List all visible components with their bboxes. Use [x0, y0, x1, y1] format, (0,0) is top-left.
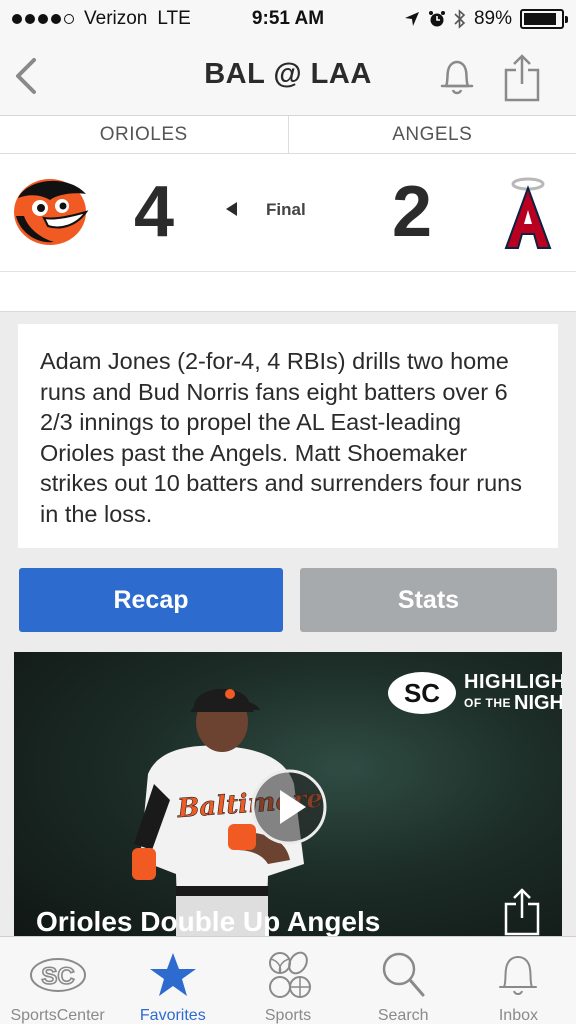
alarm-clock-icon	[428, 11, 445, 27]
location-arrow-icon	[404, 12, 419, 26]
status-right: 89%	[404, 8, 568, 30]
game-summary: Adam Jones (2-for-4, 4 RBIs) drills two …	[18, 324, 558, 548]
night-label: NIGHT	[514, 691, 562, 714]
bell-icon[interactable]	[438, 56, 476, 98]
signal-strength-icon	[12, 14, 74, 24]
sports-balls-icon	[269, 951, 311, 998]
battery-icon	[520, 9, 568, 29]
orioles-logo-icon[interactable]	[10, 172, 90, 248]
tab-label-sportscenter: SportsCenter	[10, 1007, 105, 1024]
home-team-name[interactable]: ANGELS	[287, 116, 576, 153]
highlight-video[interactable]: Baltimore SC HIGHLIGHT OF THENIGHT Oriol…	[14, 652, 562, 942]
tab-label-favorites: Favorites	[139, 1007, 206, 1024]
game-status: Final	[266, 200, 306, 219]
network-label: LTE	[157, 8, 191, 29]
tab-favorites[interactable]: Favorites	[115, 937, 230, 1024]
tab-inbox[interactable]: Inbox	[461, 937, 576, 1024]
score-row: 4 Final 2	[0, 154, 576, 272]
of-the-label: OF THE	[464, 696, 511, 711]
score-details-row	[0, 272, 576, 312]
tab-search[interactable]: Search	[346, 937, 461, 1024]
sportscenter-icon: SC	[29, 958, 86, 992]
winner-arrow-icon	[226, 202, 237, 216]
away-team-name[interactable]: ORIOLES	[0, 116, 288, 153]
tab-stats[interactable]: Stats	[300, 568, 557, 632]
away-score: 4	[134, 172, 175, 252]
share-icon[interactable]	[502, 54, 542, 102]
tab-bar: SC SportsCenter Favorites Sports Search	[0, 936, 576, 1024]
status-left: Verizon LTE	[12, 8, 191, 30]
bluetooth-icon	[454, 9, 466, 29]
nav-bar: BAL @ LAA	[0, 38, 576, 116]
battery-percent: 89%	[473, 8, 512, 29]
tab-label-sports: Sports	[264, 1007, 312, 1024]
carrier-label: Verizon	[84, 8, 148, 29]
tab-sports[interactable]: Sports	[230, 937, 345, 1024]
tab-recap[interactable]: Recap	[19, 568, 283, 632]
search-icon	[382, 952, 425, 997]
team-header: ORIOLES ANGELS	[0, 116, 576, 154]
angels-logo-icon[interactable]	[500, 172, 556, 252]
highlight-label: HIGHLIGHT	[464, 670, 562, 693]
home-score: 2	[392, 172, 433, 252]
tab-sportscenter[interactable]: SC SportsCenter	[0, 937, 115, 1024]
bell-icon	[499, 956, 538, 995]
tab-label-inbox: Inbox	[498, 1007, 538, 1024]
svg-text:SC: SC	[404, 678, 440, 708]
highlight-badge: SC HIGHLIGHT OF THENIGHT	[386, 670, 562, 716]
star-icon	[149, 953, 196, 996]
svg-text:SC: SC	[41, 963, 74, 990]
status-bar: Verizon LTE 9:51 AM 89%	[0, 0, 576, 38]
sportscenter-logo-icon: SC	[388, 672, 456, 714]
video-title[interactable]: Orioles Double Up Angels	[36, 906, 380, 938]
video-share-icon[interactable]	[502, 888, 542, 936]
page-title: BAL @ LAA	[204, 58, 372, 90]
tab-label-search: Search	[377, 1007, 429, 1024]
play-icon[interactable]	[250, 768, 328, 846]
